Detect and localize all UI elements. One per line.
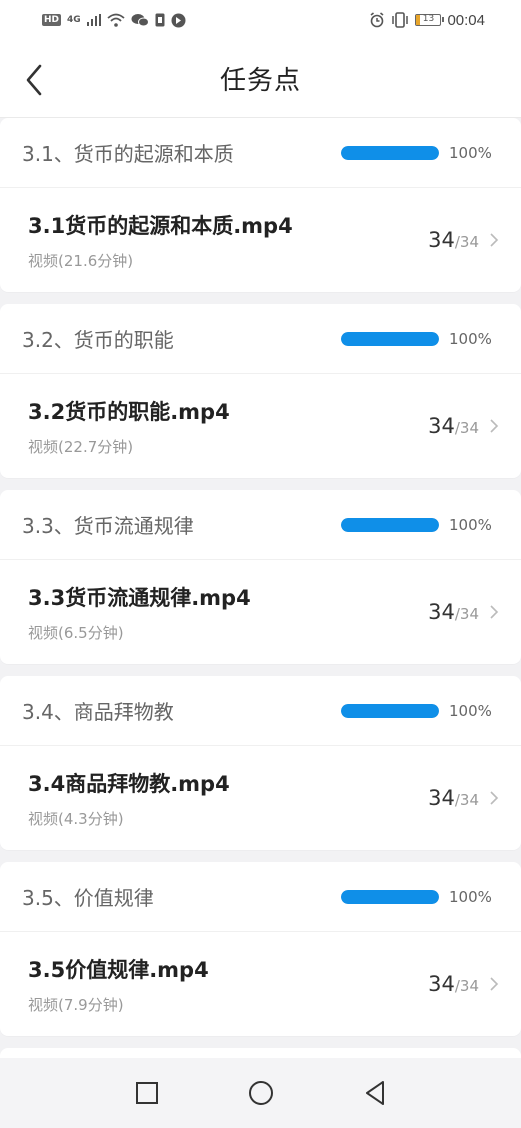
section-title: 3.1、货币的起源和本质 (22, 142, 234, 166)
vibrate-icon (391, 12, 409, 28)
chevron-right-icon (490, 977, 499, 991)
item-main: 3.2货币的职能.mp4 视频(22.7分钟) (28, 396, 428, 457)
chevron-right-icon (490, 605, 499, 619)
circle-icon (248, 1081, 273, 1105)
section-title: 3.3、货币流通规律 (22, 514, 194, 538)
page-title: 任务点 (219, 66, 301, 96)
sim-icon (155, 13, 165, 27)
wechat-icon (131, 13, 149, 27)
home-button[interactable] (243, 1075, 279, 1111)
battery-icon: 13 (415, 14, 445, 26)
video-title: 3.1货币的起源和本质.mp4 (28, 213, 293, 238)
back-button[interactable] (18, 60, 54, 100)
hd-icon: HD (42, 14, 62, 26)
progress-bar (341, 889, 439, 904)
progress-percent: 100% (449, 143, 492, 162)
count-done: 34 (428, 972, 455, 996)
progress-bar (341, 331, 439, 346)
video-duration: 视频(22.7分钟) (28, 437, 134, 456)
video-item[interactable]: 3.3货币流通规律.mp4 视频(6.5分钟) 34 / 34 (0, 560, 521, 664)
completion-count: 34 / 34 (428, 228, 479, 252)
progress-bar (341, 517, 439, 532)
chevron-right-icon (490, 791, 499, 805)
progress-percent: 100% (449, 515, 492, 534)
count-total: 34 (459, 605, 479, 623)
progress-bar (341, 145, 439, 160)
chevron-right-icon (490, 419, 499, 433)
wifi-icon (107, 13, 125, 27)
video-duration: 视频(21.6分钟) (28, 251, 134, 270)
progress-percent: 100% (449, 701, 492, 720)
count-done: 34 (428, 600, 455, 624)
count-done: 34 (428, 786, 455, 810)
progress-fill (341, 331, 439, 346)
item-main: 3.3货币流通规律.mp4 视频(6.5分钟) (28, 582, 428, 643)
recent-apps-button[interactable] (129, 1075, 165, 1111)
video-title: 3.4商品拜物教.mp4 (28, 771, 230, 796)
video-title: 3.2货币的职能.mp4 (28, 399, 230, 424)
video-item[interactable]: 3.1货币的起源和本质.mp4 视频(21.6分钟) 34 / 34 (0, 188, 521, 292)
video-duration: 视频(7.9分钟) (28, 995, 124, 1014)
video-item[interactable]: 3.4商品拜物教.mp4 视频(4.3分钟) 34 / 34 (0, 746, 521, 850)
section-header[interactable]: 3.3、货币流通规律 100% (0, 490, 521, 560)
completion-count: 34 / 34 (428, 972, 479, 996)
video-title: 3.3货币流通规律.mp4 (28, 585, 251, 610)
progress-percent: 100% (449, 887, 492, 906)
section-header[interactable]: 3.4、商品拜物教 100% (0, 676, 521, 746)
section-header[interactable]: 3.5、价值规律 100% (0, 862, 521, 932)
count-total: 34 (459, 977, 479, 995)
section-header[interactable]: 3.2、货币的职能 100% (0, 304, 521, 374)
count-done: 34 (428, 414, 455, 438)
video-duration: 视频(4.3分钟) (28, 809, 124, 828)
progress-bar (341, 703, 439, 718)
completion-count: 34 / 34 (428, 786, 479, 810)
chapter-section: 3.5、价值规律 100% 3.5价值规律.mp4 视频(7.9分钟) 34 /… (0, 862, 521, 1036)
triangle-back-icon (365, 1081, 384, 1105)
progress-fill (341, 889, 439, 904)
video-title: 3.5价值规律.mp4 (28, 957, 209, 982)
status-time: 00:04 (447, 11, 485, 29)
item-main: 3.1货币的起源和本质.mp4 视频(21.6分钟) (28, 210, 428, 271)
completion-count: 34 / 34 (428, 600, 479, 624)
shield-icon (171, 13, 186, 28)
completion-count: 34 / 34 (428, 414, 479, 438)
progress-fill (341, 703, 439, 718)
progress-fill (341, 145, 439, 160)
item-main: 3.4商品拜物教.mp4 视频(4.3分钟) (28, 768, 428, 829)
signal-icon (86, 14, 101, 26)
progress-fill (341, 517, 439, 532)
system-back-button[interactable] (357, 1075, 393, 1111)
video-duration: 视频(6.5分钟) (28, 623, 124, 642)
chevron-left-icon (26, 64, 42, 96)
chapter-section: 3.3、货币流通规律 100% 3.3货币流通规律.mp4 视频(6.5分钟) … (0, 490, 521, 664)
network-type: 4G (67, 15, 81, 25)
section-header[interactable]: 3.1、货币的起源和本质 100% (0, 118, 521, 188)
status-right: 13 00:04 (369, 12, 485, 29)
chapter-section: 3.1、货币的起源和本质 100% 3.1货币的起源和本质.mp4 视频(21.… (0, 118, 521, 292)
video-item[interactable]: 3.2货币的职能.mp4 视频(22.7分钟) 34 / 34 (0, 374, 521, 478)
count-done: 34 (428, 228, 455, 252)
item-main: 3.5价值规律.mp4 视频(7.9分钟) (28, 954, 428, 1015)
header: 任务点 (0, 40, 521, 118)
video-item[interactable]: 3.5价值规律.mp4 视频(7.9分钟) 34 / 34 (0, 932, 521, 1036)
chapter-section: 3.2、货币的职能 100% 3.2货币的职能.mp4 视频(22.7分钟) 3… (0, 304, 521, 478)
alarm-icon (369, 12, 385, 28)
section-title: 3.4、商品拜物教 (22, 700, 174, 724)
chapter-section: 3.4、商品拜物教 100% 3.4商品拜物教.mp4 视频(4.3分钟) 34… (0, 676, 521, 850)
battery-level: 13 (422, 14, 435, 24)
status-bar: HD 4G 13 00:04 (0, 0, 521, 40)
count-total: 34 (459, 233, 479, 251)
count-total: 34 (459, 419, 479, 437)
chevron-right-icon (490, 233, 499, 247)
square-icon (135, 1082, 158, 1104)
task-point-list: 3.1、货币的起源和本质 100% 3.1货币的起源和本质.mp4 视频(21.… (0, 118, 521, 1088)
section-title: 3.5、价值规律 (22, 886, 154, 910)
system-nav-bar (0, 1058, 521, 1128)
status-left: HD 4G (42, 13, 186, 28)
count-total: 34 (459, 791, 479, 809)
section-title: 3.2、货币的职能 (22, 328, 174, 352)
progress-percent: 100% (449, 329, 492, 348)
